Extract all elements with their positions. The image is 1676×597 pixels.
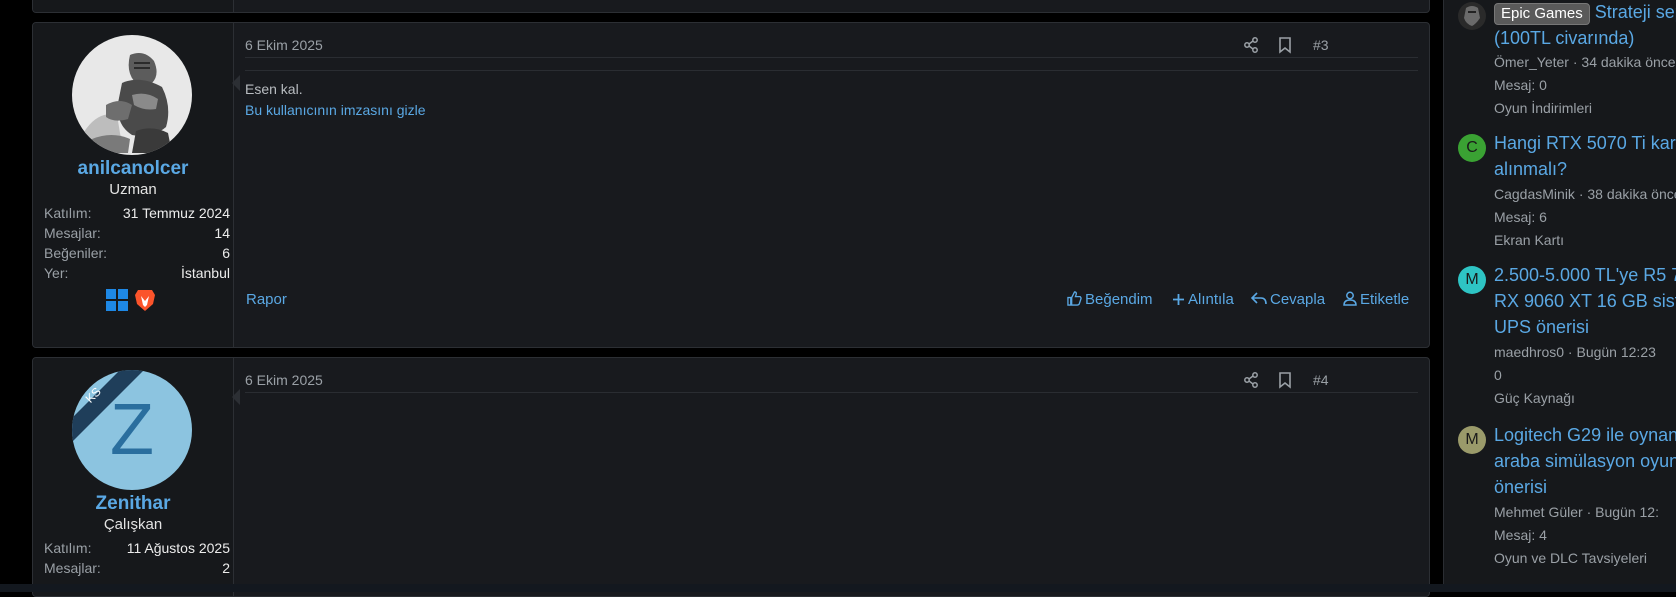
side-thread-title-line: UPS önerisi <box>1494 317 1590 337</box>
side-thread-title-line: Logitech G29 ile oynanacak <box>1494 425 1676 445</box>
side-thread-title-line: Strateji sepeti <box>1594 2 1676 22</box>
stat-value: 6 <box>222 245 230 261</box>
stat-messages: Mesajlar: 2 <box>44 560 230 580</box>
post-4: KS Z Zenithar Çalışkan Katılım: 11 Ağust… <box>32 357 1430 597</box>
knight-avatar-image <box>72 35 192 155</box>
post-date[interactable]: 6 Ekim 2025 <box>245 372 323 388</box>
quote-label: Alıntıla <box>1188 291 1234 308</box>
post-pointer <box>232 389 240 405</box>
stat-joined: Katılım: 11 Ağustos 2025 <box>44 540 230 560</box>
side-thread-title-line: 2.500-5.000 TL'ye R5 7 <box>1494 265 1676 285</box>
side-avatar[interactable]: C <box>1458 134 1486 162</box>
thumbs-up-icon <box>1067 291 1082 306</box>
side-thread-title-line: alınmalı? <box>1494 159 1568 179</box>
side-thread-title-line: RX 9060 XT 16 GB sistem <box>1494 291 1676 311</box>
side-thread-title-line: önerisi <box>1494 477 1548 497</box>
avatar[interactable]: KS Z <box>72 370 192 490</box>
stat-joined: Katılım: 31 Temmuz 2024 <box>44 205 230 225</box>
signature-divider <box>245 70 1418 71</box>
header-divider <box>245 57 1418 58</box>
like-label: Beğendim <box>1085 291 1153 308</box>
sidebar-new-threads: Epic GamesStrateji sepeti (100TL civarın… <box>1443 0 1676 584</box>
quote-button[interactable]: Alıntıla <box>1172 291 1234 308</box>
share-icon[interactable] <box>1242 36 1260 54</box>
side-avatar[interactable]: M <box>1458 266 1486 294</box>
header-divider <box>245 392 1418 393</box>
side-thread-replies: Mesaj: 6 <box>1494 209 1547 225</box>
post-date[interactable]: 6 Ekim 2025 <box>245 37 323 53</box>
post-pointer <box>232 75 240 91</box>
knight-avatar-small[interactable] <box>1458 2 1486 30</box>
previous-post-user-column <box>33 0 234 12</box>
avatar[interactable] <box>72 35 192 155</box>
username[interactable]: Zenithar <box>33 493 233 515</box>
windows-icon <box>106 289 128 316</box>
share-icon[interactable] <box>1242 371 1260 389</box>
side-thread-replies: 0 <box>1494 367 1502 383</box>
stat-label: Beğeniler: <box>44 245 108 261</box>
post-number[interactable]: #4 <box>1313 372 1329 388</box>
stat-value: 14 <box>214 225 230 241</box>
side-thread-replies: Mesaj: 0 <box>1494 77 1547 93</box>
side-thread-meta: CagdasMinik · 38 dakika önce <box>1494 186 1676 202</box>
stat-label: Mesajlar: <box>44 560 101 576</box>
stat-location: Yer: İstanbul <box>44 265 230 285</box>
stat-value: 31 Temmuz 2024 <box>122 205 230 221</box>
stat-messages: Mesajlar: 14 <box>44 225 230 245</box>
side-thread-title-line: (100TL civarında) <box>1494 28 1635 48</box>
reply-button[interactable]: Cevapla <box>1250 291 1326 308</box>
user-column: KS Z Zenithar Çalışkan Katılım: 11 Ağust… <box>33 358 234 596</box>
avatar-letter: Z <box>110 390 154 470</box>
user-title: Uzman <box>109 181 157 198</box>
reply-label: Cevapla <box>1270 291 1326 308</box>
user-column: anilcanolcer Uzman Katılım: 31 Temmuz 20… <box>33 23 234 347</box>
side-thread-meta: maedhros0 · Bugün 12:23 <box>1494 344 1656 360</box>
side-thread-title[interactable]: 2.500-5.000 TL'ye R5 7 RX 9060 XT 16 GB … <box>1494 262 1676 340</box>
post-3: anilcanolcer Uzman Katılım: 31 Temmuz 20… <box>32 22 1430 348</box>
report-link[interactable]: Rapor <box>246 291 287 308</box>
bookmark-icon[interactable] <box>1276 371 1294 389</box>
tag-button[interactable]: Etiketle <box>1343 291 1409 308</box>
stat-label: Katılım: <box>44 205 92 221</box>
like-button[interactable]: Beğendim <box>1067 291 1153 308</box>
side-thread-forum[interactable]: Oyun İndirimleri <box>1494 100 1592 116</box>
post-number[interactable]: #3 <box>1313 37 1329 53</box>
stat-likes: Beğeniler: 6 <box>44 245 230 265</box>
side-thread-forum[interactable]: Güç Kaynağı <box>1494 390 1575 406</box>
brave-browser-icon <box>134 288 156 317</box>
stat-label: Yer: <box>44 265 69 281</box>
side-thread-replies: Mesaj: 4 <box>1494 527 1547 543</box>
tag-label: Etiketle <box>1360 291 1410 308</box>
stat-value: 11 Ağustos 2025 <box>126 540 230 556</box>
signature-text: Esen kal. <box>245 81 303 97</box>
hide-signature-link[interactable]: Bu kullanıcının imzasını gizle <box>245 102 426 118</box>
side-avatar[interactable]: M <box>1458 426 1486 454</box>
previous-post <box>32 0 1430 13</box>
stat-value: 2 <box>222 560 230 576</box>
side-thread-title[interactable]: Hangi RTX 5070 Ti kart alınmalı? <box>1494 130 1676 182</box>
plus-icon <box>1173 294 1184 305</box>
reply-icon <box>1250 292 1267 305</box>
bottom-strip <box>0 584 1676 592</box>
side-thread-meta: Mehmet Güler · Bugün 12: <box>1494 504 1659 520</box>
side-thread-meta: Ömer_Yeter · 34 dakika önce <box>1494 54 1676 70</box>
user-title: Çalışkan <box>103 516 163 533</box>
prefix-badge[interactable]: Epic Games <box>1494 3 1590 25</box>
stat-value: İstanbul <box>180 265 230 281</box>
side-thread-title-line: araba simülasyon oyunu <box>1494 451 1676 471</box>
stat-label: Mesajlar: <box>44 225 101 241</box>
side-thread-title-line: Hangi RTX 5070 Ti kart <box>1494 133 1676 153</box>
side-thread-title[interactable]: Logitech G29 ile oynanacak araba simülas… <box>1494 422 1676 500</box>
side-thread-forum[interactable]: Ekran Kartı <box>1494 232 1564 248</box>
bookmark-icon[interactable] <box>1276 36 1294 54</box>
user-icon <box>1343 291 1357 306</box>
side-thread-forum[interactable]: Oyun ve DLC Tavsiyeleri <box>1494 550 1647 566</box>
stat-label: Katılım: <box>44 540 92 556</box>
side-thread-title[interactable]: Epic GamesStrateji sepeti (100TL civarın… <box>1494 0 1676 51</box>
username[interactable]: anilcanolcer <box>33 158 233 180</box>
